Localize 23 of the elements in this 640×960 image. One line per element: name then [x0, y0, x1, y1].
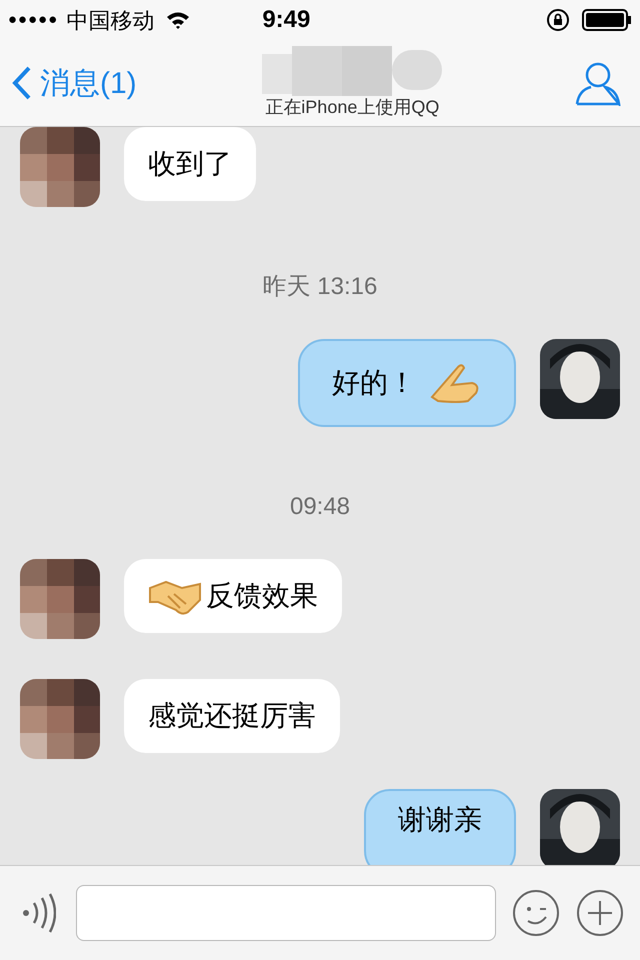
wifi-icon	[166, 11, 190, 29]
clock-time: 9:49	[262, 5, 310, 35]
emoji-button[interactable]	[512, 889, 560, 937]
plus-icon	[576, 889, 624, 937]
back-button[interactable]: 消息(1)	[12, 60, 137, 106]
subtitle: 正在iPhone上使用QQ	[265, 96, 440, 118]
plus-button[interactable]	[576, 889, 624, 937]
battery-icon	[582, 9, 632, 31]
message-text: 感觉还挺厉害	[148, 699, 316, 733]
voice-icon	[20, 893, 56, 933]
signal-dots: ●●●●●	[8, 10, 58, 30]
rotation-lock-icon	[546, 8, 570, 32]
smiley-icon	[512, 889, 560, 937]
message-text: 收到了	[148, 147, 232, 181]
chevron-left-icon	[12, 66, 32, 100]
carrier-name: 中国移动	[66, 6, 154, 34]
message-text: 好的！	[332, 366, 416, 400]
message-text: 谢谢亲	[398, 803, 482, 837]
message-input[interactable]	[76, 885, 496, 941]
person-icon	[575, 60, 621, 106]
message-text: 反馈效果	[206, 579, 318, 613]
timestamp: 09:48	[290, 492, 350, 522]
timestamp: 昨天 13:16	[262, 272, 378, 302]
